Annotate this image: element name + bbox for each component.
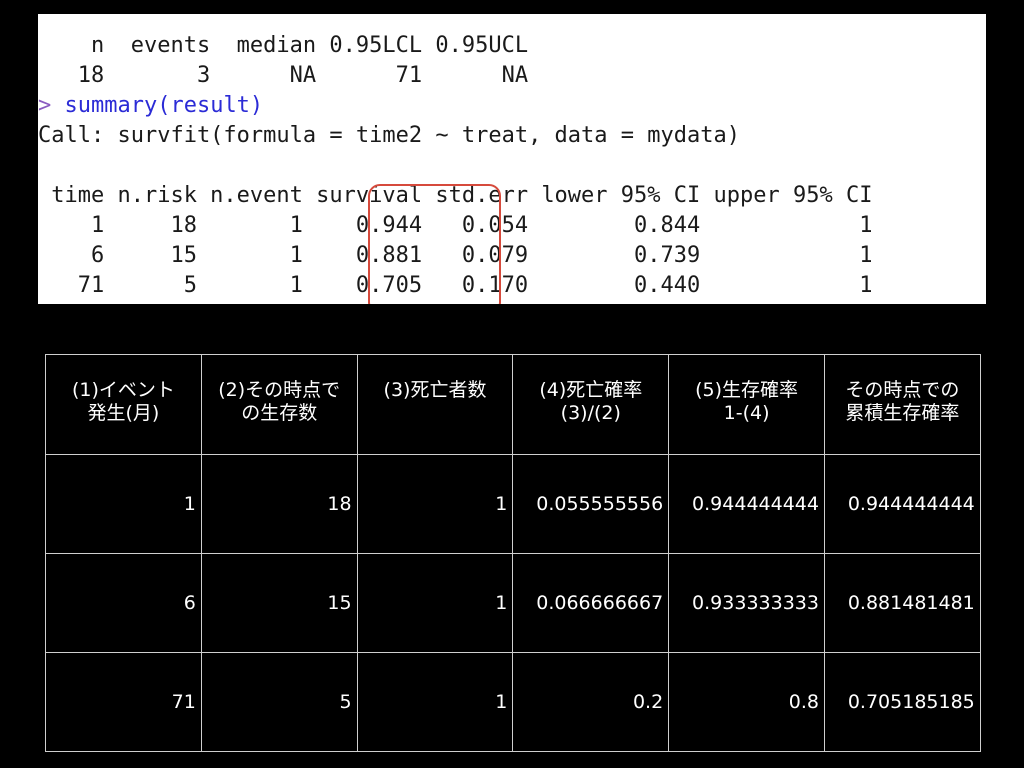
cell-survival-probability: 0.8 — [668, 652, 825, 752]
survfit-print-values: 18 3 NA 71 NA — [38, 63, 529, 88]
cell-survival-probability: 0.933333333 — [668, 553, 825, 653]
header-at-risk: (2)その時点で の生存数 — [200, 354, 358, 455]
call-line: Call: survfit(formula = time2 ~ treat, d… — [38, 123, 740, 148]
manual-survival-table: (1)イベント 発生(月) (2)その時点で の生存数 (3)死亡者数 (4)死亡確… — [45, 354, 981, 752]
table-row: 6 15 1 0.066666667 0.933333333 0.8814814… — [45, 553, 981, 653]
summary-row-2: 6 15 1 0.881 0.079 0.739 1 — [38, 243, 873, 268]
cell-event-month: 71 — [45, 652, 202, 752]
cell-deaths: 1 — [356, 652, 514, 752]
survfit-print-header: n events median 0.95LCL 0.95UCL — [38, 33, 529, 58]
cell-death-probability: 0.066666667 — [512, 553, 670, 653]
table-header-row: (1)イベント 発生(月) (2)その時点で の生存数 (3)死亡者数 (4)死亡確… — [45, 354, 981, 455]
cell-deaths: 1 — [356, 454, 514, 554]
header-event-month: (1)イベント 発生(月) — [45, 354, 202, 455]
cell-cumulative-survival: 0.881481481 — [823, 553, 981, 653]
cell-at-risk: 5 — [200, 652, 358, 752]
cell-cumulative-survival: 0.944444444 — [823, 454, 981, 554]
header-survival-probability: (5)生存確率 1-(4) — [668, 354, 825, 455]
table-row: 71 5 1 0.2 0.8 0.705185185 — [45, 652, 981, 752]
cell-death-probability: 0.2 — [512, 652, 670, 752]
header-cumulative-survival: その時点での 累積生存確率 — [823, 354, 981, 455]
cell-event-month: 6 — [45, 553, 202, 653]
summary-row-3: 71 5 1 0.705 0.170 0.440 1 — [38, 273, 873, 298]
cell-at-risk: 18 — [200, 454, 358, 554]
table-row: 1 18 1 0.055555556 0.944444444 0.9444444… — [45, 454, 981, 554]
summary-row-1: 1 18 1 0.944 0.054 0.844 1 — [38, 213, 873, 238]
summary-table-header: time n.risk n.event survival std.err low… — [38, 183, 873, 208]
header-deaths: (3)死亡者数 — [356, 354, 514, 455]
cell-deaths: 1 — [356, 553, 514, 653]
console-command: summary(result) — [64, 93, 264, 118]
r-console-output: n events median 0.95LCL 0.95UCL 18 3 NA … — [38, 14, 986, 304]
cell-at-risk: 15 — [200, 553, 358, 653]
console-command-line: > summary(result) — [38, 91, 263, 121]
cell-survival-probability: 0.944444444 — [668, 454, 825, 554]
cell-cumulative-survival: 0.705185185 — [823, 652, 981, 752]
console-prompt: > — [38, 93, 65, 118]
cell-death-probability: 0.055555556 — [512, 454, 670, 554]
cell-event-month: 1 — [45, 454, 202, 554]
header-death-probability: (4)死亡確率 (3)/(2) — [512, 354, 670, 455]
